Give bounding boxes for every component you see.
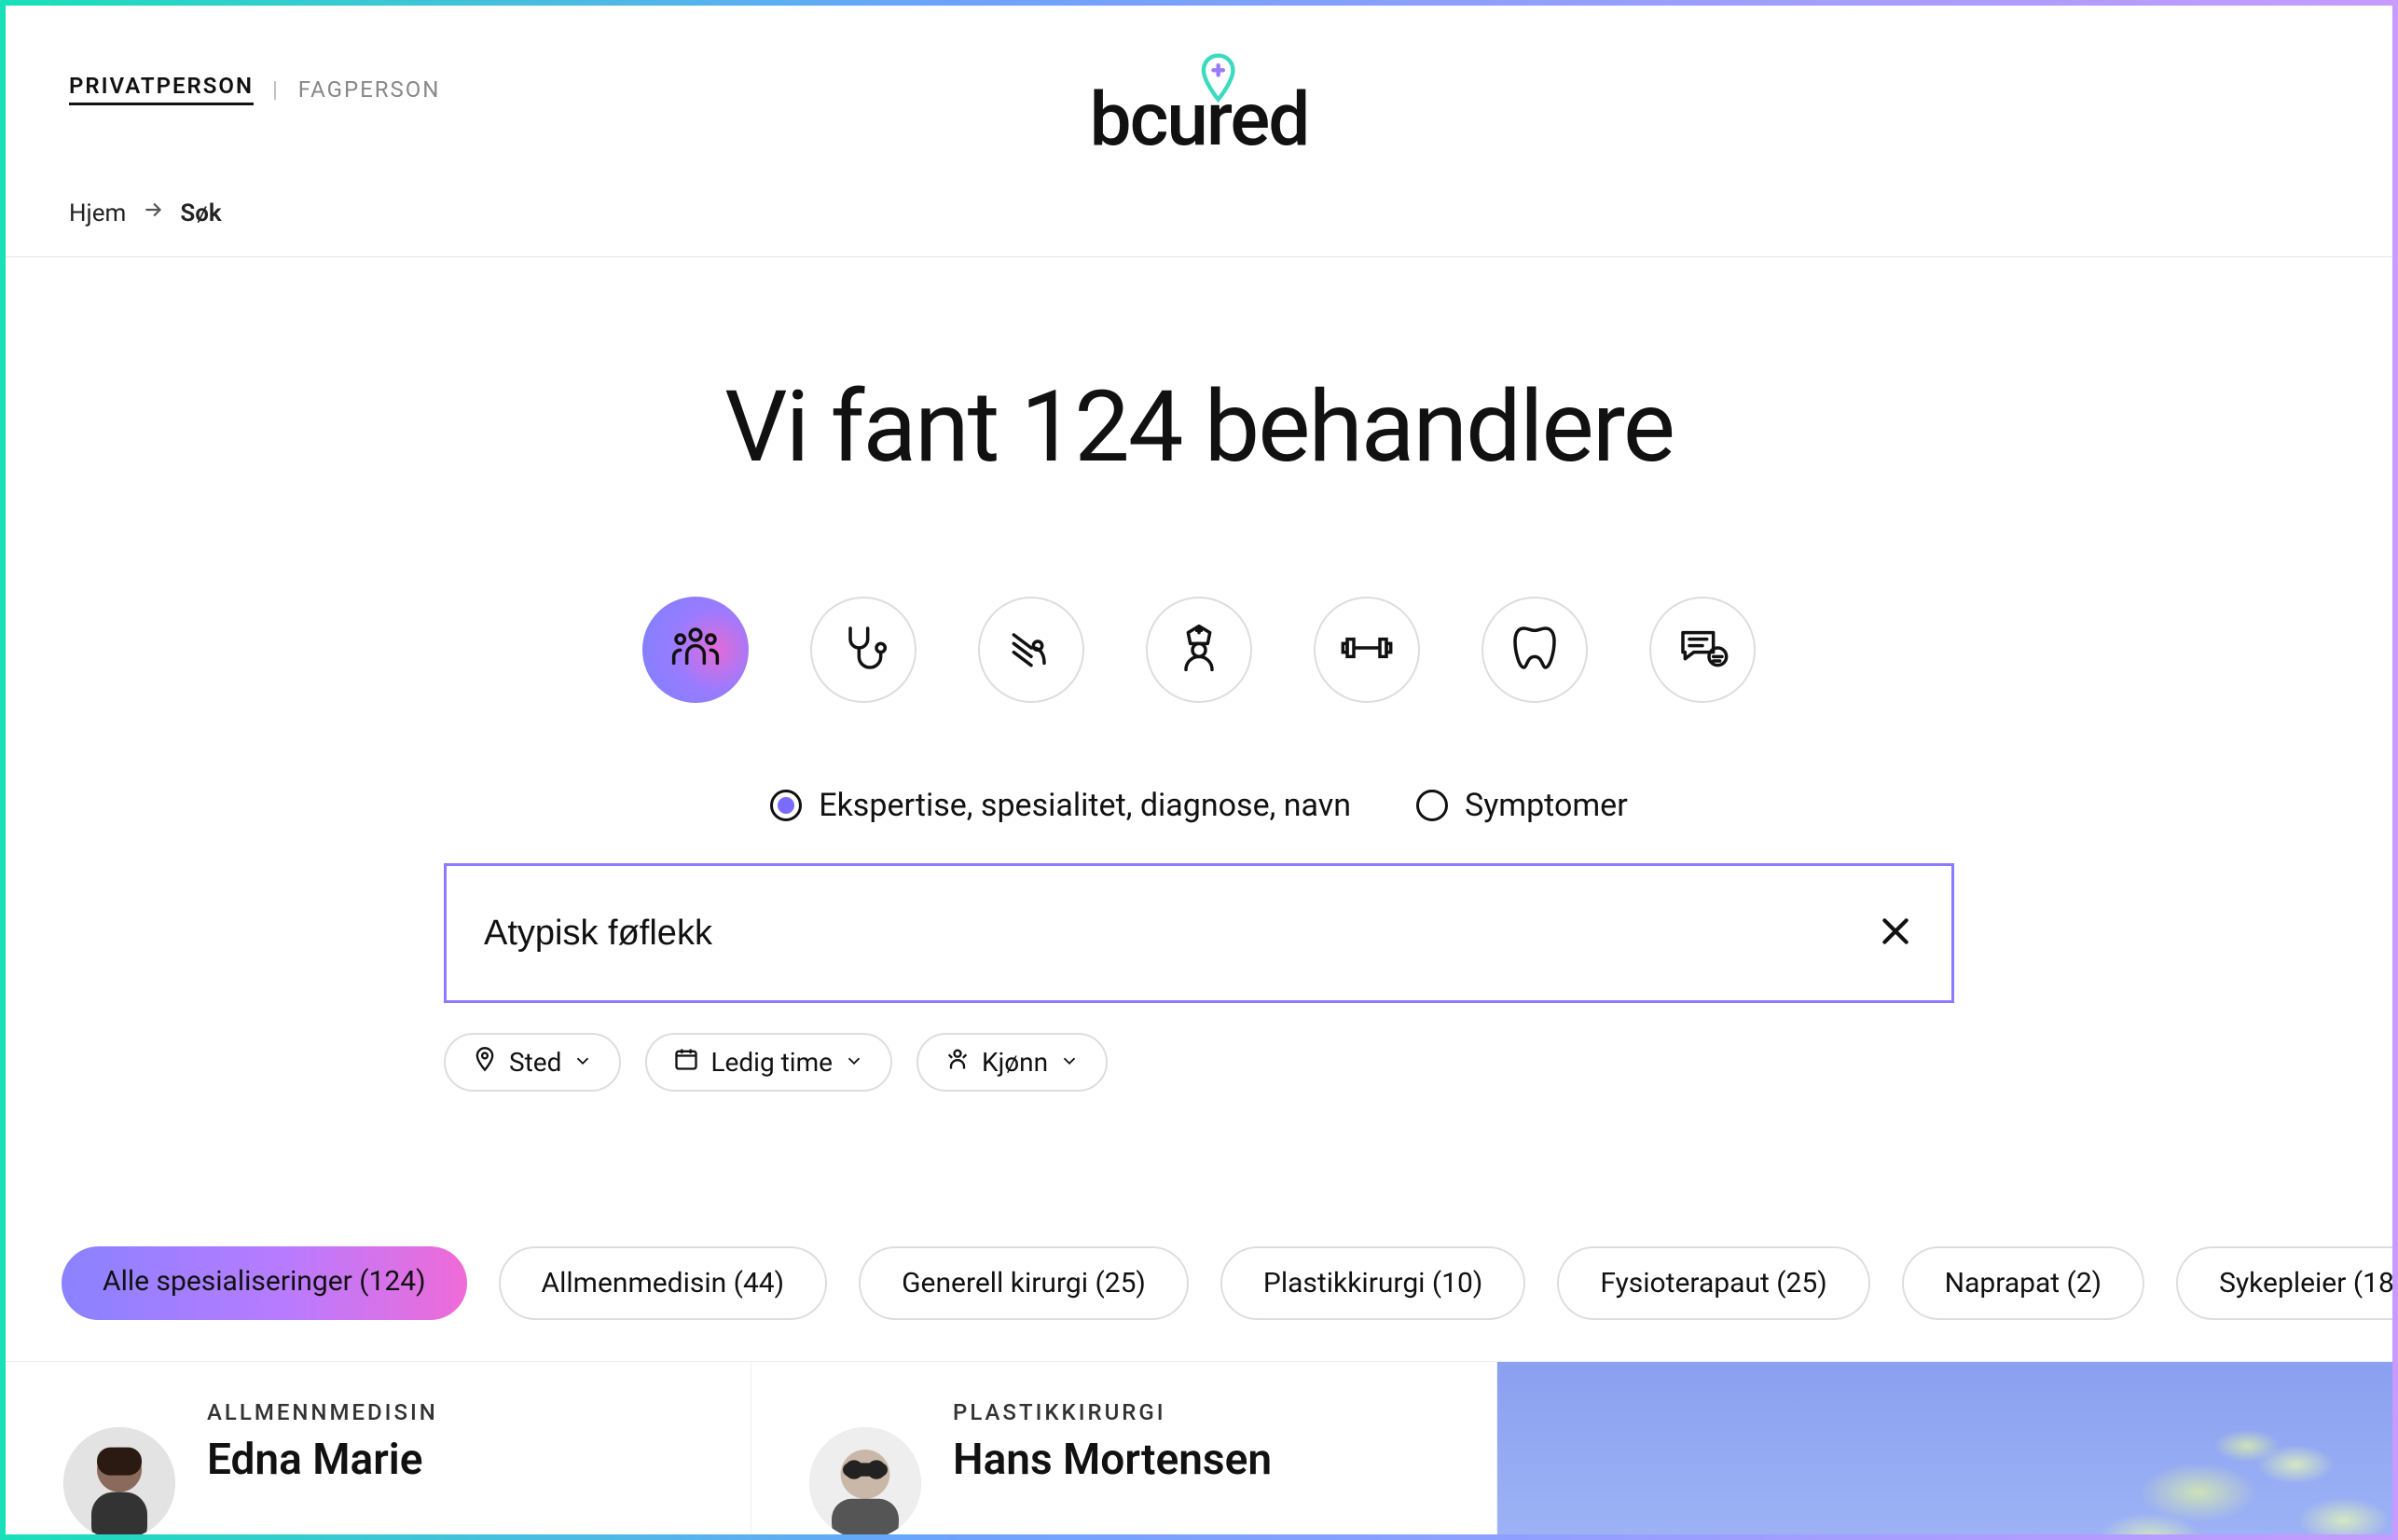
avatar bbox=[809, 1427, 921, 1534]
pin-icon bbox=[472, 1046, 498, 1079]
radio-selected-icon bbox=[770, 790, 802, 821]
nurse-icon bbox=[1173, 622, 1225, 678]
search-mode-expertise-label: Ekspertise, spesialitet, diagnose, navn bbox=[819, 787, 1351, 824]
search-mode-symptoms[interactable]: Symptomer bbox=[1416, 787, 1628, 824]
breadcrumb: Hjem Søk bbox=[69, 198, 222, 228]
result-speciality: ALLMENNMEDISIN bbox=[207, 1399, 438, 1425]
dumbbell-icon bbox=[1341, 622, 1393, 678]
spec-chip-sykepleier[interactable]: Sykepleier (18) bbox=[2176, 1246, 2392, 1320]
result-name: Hans Mortensen bbox=[953, 1435, 1272, 1485]
filter-place-label: Sted bbox=[509, 1047, 561, 1078]
category-dentist[interactable] bbox=[1482, 597, 1588, 703]
map-panel[interactable] bbox=[1497, 1362, 2392, 1534]
chevron-down-icon bbox=[844, 1047, 864, 1078]
search-mode-group: Ekspertise, spesialitet, diagnose, navn … bbox=[6, 787, 2392, 824]
filter-time[interactable]: Ledig time bbox=[645, 1033, 892, 1092]
category-physio[interactable] bbox=[978, 597, 1084, 703]
spec-chip-all[interactable]: Alle spesialiseringer (124) bbox=[62, 1246, 467, 1320]
clear-search-button[interactable] bbox=[1877, 913, 1914, 954]
category-training[interactable] bbox=[1314, 597, 1420, 703]
spec-chip-naprapat[interactable]: Naprapat (2) bbox=[1902, 1246, 2144, 1320]
arrow-right-icon bbox=[141, 198, 165, 228]
people-icon bbox=[669, 622, 722, 678]
search-wrap bbox=[444, 863, 1954, 1003]
spec-chip-generell-kirurgi[interactable]: Generell kirurgi (25) bbox=[859, 1246, 1189, 1320]
filter-time-label: Ledig time bbox=[710, 1047, 833, 1078]
search-mode-expertise[interactable]: Ekspertise, spesialitet, diagnose, navn bbox=[770, 787, 1351, 824]
chevron-down-icon bbox=[572, 1047, 593, 1078]
person-icon bbox=[944, 1046, 971, 1079]
result-name: Edna Marie bbox=[207, 1435, 438, 1485]
calendar-icon bbox=[673, 1046, 699, 1079]
chat-icon bbox=[1676, 622, 1729, 678]
role-tab-pro[interactable]: FAGPERSON bbox=[298, 76, 441, 103]
specialization-row: Alle spesialiseringer (124) Allmenmedisi… bbox=[6, 1246, 2392, 1320]
close-icon bbox=[1877, 936, 1914, 954]
chevron-down-icon bbox=[1059, 1047, 1080, 1078]
stethoscope-icon bbox=[837, 622, 889, 678]
spec-chip-plastikkirurgi[interactable]: Plastikkirurgi (10) bbox=[1220, 1246, 1525, 1320]
result-card[interactable]: ALLMENNMEDISIN Edna Marie bbox=[6, 1362, 751, 1534]
joint-icon bbox=[1005, 622, 1057, 678]
results-strip: ALLMENNMEDISIN Edna Marie PLASTIKKIRURGI… bbox=[6, 1361, 2392, 1534]
avatar bbox=[63, 1427, 175, 1534]
category-therapist[interactable] bbox=[1649, 597, 1756, 703]
filter-place[interactable]: Sted bbox=[444, 1033, 621, 1092]
category-doctor[interactable] bbox=[810, 597, 916, 703]
spec-chip-allmenmedisin[interactable]: Allmenmedisin (44) bbox=[499, 1246, 828, 1320]
category-row bbox=[6, 597, 2392, 703]
role-tab-private[interactable]: PRIVATPERSON bbox=[69, 73, 254, 105]
breadcrumb-current: Søk bbox=[180, 199, 221, 227]
search-mode-symptoms-label: Symptomer bbox=[1465, 787, 1628, 824]
filter-gender[interactable]: Kjønn bbox=[916, 1033, 1108, 1092]
tooth-icon bbox=[1509, 622, 1561, 678]
logo[interactable]: bcured bbox=[1090, 82, 1309, 157]
result-speciality: PLASTIKKIRURGI bbox=[953, 1399, 1272, 1425]
search-input[interactable] bbox=[484, 914, 1877, 954]
category-nurse[interactable] bbox=[1146, 597, 1252, 703]
role-tab-separator: | bbox=[272, 76, 280, 103]
result-card[interactable]: PLASTIKKIRURGI Hans Mortensen bbox=[751, 1362, 1497, 1534]
top-header: PRIVATPERSON | FAGPERSON Hjem Søk bcured bbox=[6, 6, 2392, 257]
breadcrumb-home[interactable]: Hjem bbox=[69, 199, 126, 227]
spec-chip-fysioterapaut[interactable]: Fysioterapaut (25) bbox=[1557, 1246, 1869, 1320]
logo-pin-icon bbox=[1198, 52, 1239, 108]
role-tabs: PRIVATPERSON | FAGPERSON bbox=[69, 73, 440, 105]
category-all[interactable] bbox=[642, 597, 749, 703]
filter-row: Sted Ledig time Kjønn bbox=[444, 1033, 1954, 1092]
page-title: Vi fant 124 behandlere bbox=[6, 369, 2392, 485]
filter-gender-label: Kjønn bbox=[982, 1047, 1048, 1078]
radio-unselected-icon bbox=[1416, 790, 1448, 821]
